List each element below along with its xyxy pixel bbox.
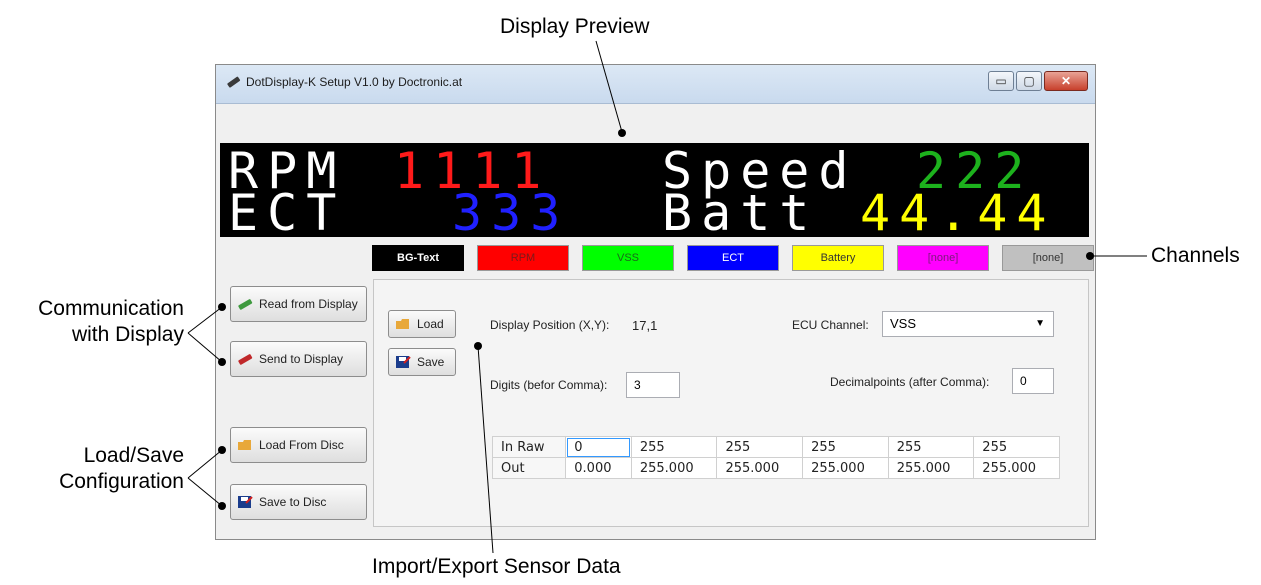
callout-display-preview: Display Preview [500, 15, 650, 38]
display-position-value: 17,1 [632, 318, 658, 333]
digits-label: Digits (befor Comma): [490, 378, 608, 392]
table-cell[interactable]: 255.000 [716, 457, 804, 479]
table-cell[interactable]: 255 [887, 436, 975, 458]
callout-loadsave-line2: Configuration [59, 470, 184, 493]
ecu-channel-value: VSS [890, 316, 917, 331]
callout-channels: Channels [1151, 244, 1240, 267]
app-window: DotDisplay-K Setup V1.0 by Doctronic.at … [215, 64, 1096, 540]
channel-vss[interactable]: VSS [582, 245, 674, 271]
channel-none-1[interactable]: [none] [897, 245, 989, 271]
table-row: In Raw 0 255 255 255 255 255 [491, 436, 1060, 458]
callout-communication-line2: with Display [71, 323, 184, 346]
maximize-button[interactable]: ▢ [1016, 71, 1042, 91]
folder-open-icon [396, 319, 409, 329]
callout-load-save: Load/Save Configuration [6, 443, 184, 495]
ecu-channel-select[interactable]: VSS ▼ [882, 311, 1054, 337]
table-cell[interactable]: 255.000 [630, 457, 718, 479]
table-cell[interactable]: 255 [973, 436, 1060, 458]
save-icon [396, 356, 411, 368]
save-icon [238, 496, 253, 508]
display-position-label: Display Position (X,Y): [490, 318, 610, 332]
folder-open-icon [238, 440, 251, 450]
close-button[interactable]: ✕ [1044, 71, 1088, 91]
table-cell[interactable]: 0 [565, 436, 632, 458]
channel-bg-text[interactable]: BG-Text [372, 245, 464, 271]
display-preview: RPM 1111 Speed 222 ECT 333 Batt 44.44 [220, 143, 1089, 242]
send-to-display-button[interactable]: Send to Display [230, 341, 367, 377]
table-cell[interactable]: 0.000 [565, 457, 632, 479]
table-cell[interactable]: 255.000 [973, 457, 1060, 479]
load-from-disc-label: Load From Disc [259, 438, 344, 452]
app-icon [227, 76, 241, 88]
sensor-save-button[interactable]: Save [388, 348, 456, 376]
send-to-display-label: Send to Display [259, 352, 344, 366]
window-title: DotDisplay-K Setup V1.0 by Doctronic.at [246, 75, 463, 89]
callout-loadsave-line1: Load/Save [83, 444, 184, 467]
minimize-button[interactable]: ▭ [988, 71, 1014, 91]
table-row: Out 0.000 255.000 255.000 255.000 255.00… [491, 457, 1060, 479]
sensor-save-label: Save [417, 355, 445, 369]
sensor-panel: Load Save Display Position (X,Y): 17,1 E… [373, 279, 1089, 527]
table-cell[interactable]: 255.000 [802, 457, 889, 479]
device-read-icon [238, 299, 253, 310]
digits-input[interactable]: 3 [626, 372, 680, 398]
sensor-table: In Raw 0 255 255 255 255 255 Out 0.000 2… [491, 436, 1060, 479]
device-send-icon [238, 354, 253, 365]
sensor-load-button[interactable]: Load [388, 310, 456, 338]
channel-ect[interactable]: ECT [687, 245, 779, 271]
read-from-display-label: Read from Display [259, 297, 358, 311]
table-cell[interactable]: 255 [802, 436, 889, 458]
channel-rpm[interactable]: RPM [477, 245, 569, 271]
decimalpoints-value: 0 [1020, 374, 1027, 388]
minimize-icon: ▭ [995, 74, 1007, 88]
table-row-header: Out [491, 457, 567, 479]
load-from-disc-button[interactable]: Load From Disc [230, 427, 367, 463]
display-label-ect: ECT [228, 184, 346, 242]
callout-import-export: Import/Export Sensor Data [372, 555, 621, 578]
table-cell[interactable]: 255 [716, 436, 804, 458]
save-to-disc-label: Save to Disc [259, 495, 327, 509]
decimalpoints-label: Decimalpoints (after Comma): [830, 375, 990, 389]
channel-battery[interactable]: Battery [792, 245, 884, 271]
callout-communication: Communication with Display [6, 296, 184, 348]
title-bar[interactable]: DotDisplay-K Setup V1.0 by Doctronic.at … [216, 65, 1095, 104]
table-cell[interactable]: 255 [630, 436, 718, 458]
table-row-header: In Raw [491, 436, 567, 458]
display-value-ect: 333 [452, 184, 570, 242]
maximize-icon: ▢ [1023, 74, 1035, 88]
ecu-channel-label: ECU Channel: [792, 318, 869, 332]
close-icon: ✕ [1060, 74, 1072, 88]
callout-communication-line1: Communication [38, 297, 184, 320]
decimalpoints-input[interactable]: 0 [1012, 368, 1054, 394]
display-label-batt: Batt [662, 184, 819, 242]
read-from-display-button[interactable]: Read from Display [230, 286, 367, 322]
display-value-batt: 44.44 [860, 184, 1056, 242]
sensor-load-label: Load [417, 317, 444, 331]
digits-value: 3 [634, 378, 641, 392]
channel-none-2[interactable]: [none] [1002, 245, 1094, 271]
table-cell[interactable]: 255.000 [887, 457, 975, 479]
chevron-down-icon: ▼ [1035, 318, 1045, 329]
save-to-disc-button[interactable]: Save to Disc [230, 484, 367, 520]
